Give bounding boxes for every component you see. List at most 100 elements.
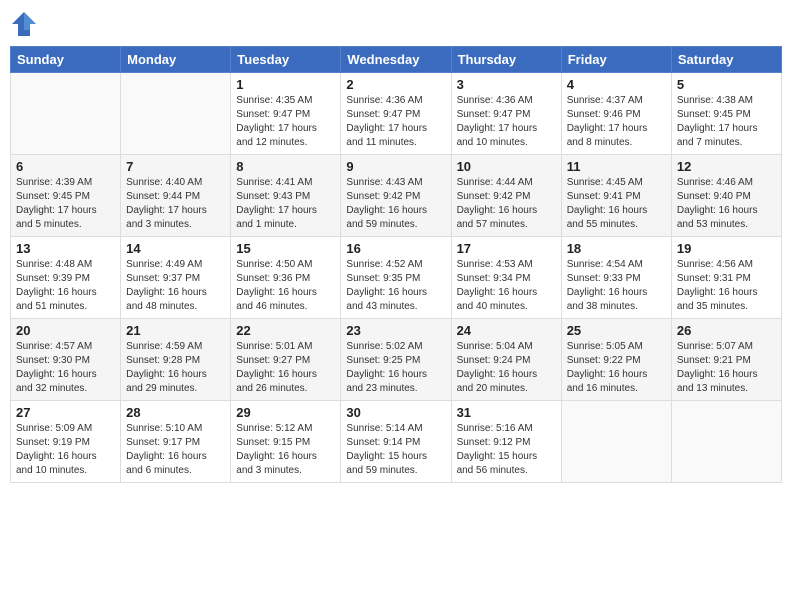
day-info: Sunrise: 5:05 AM Sunset: 9:22 PM Dayligh… [567,340,666,396]
day-info: Sunrise: 4:50 AM Sunset: 9:36 PM Dayligh… [236,258,335,314]
day-cell: 21 Sunrise: 4:59 AM Sunset: 9:28 PM Dayli… [121,319,231,401]
day-number: 12 [677,159,776,174]
day-cell: 22 Sunrise: 5:01 AM Sunset: 9:27 PM Dayli… [231,319,341,401]
day-number: 6 [16,159,115,174]
day-cell [121,73,231,155]
day-number: 27 [16,405,115,420]
week-row-2: 6 Sunrise: 4:39 AM Sunset: 9:45 PM Daylig… [11,155,782,237]
weekday-header-row: SundayMondayTuesdayWednesdayThursdayFrid… [11,47,782,73]
day-number: 13 [16,241,115,256]
day-cell: 30Sunrise: 5:14 AM Sunset: 9:14 PM Dayli… [341,401,451,483]
day-info: Sunrise: 4:57 AM Sunset: 9:30 PM Dayligh… [16,340,115,396]
day-cell: 12Sunrise: 4:46 AM Sunset: 9:40 PM Dayli… [671,155,781,237]
day-info: Sunrise: 5:09 AM Sunset: 9:19 PM Dayligh… [16,422,115,478]
page-header [10,10,782,38]
day-cell: 2Sunrise: 4:36 AM Sunset: 9:47 PM Daylig… [341,73,451,155]
day-number: 17 [457,241,556,256]
day-cell: 28 Sunrise: 5:10 AM Sunset: 9:17 PM Dayli… [121,401,231,483]
day-number: 31 [457,405,556,420]
day-number: 7 [126,159,225,174]
weekday-header-sunday: Sunday [11,47,121,73]
week-row-4: 20 Sunrise: 4:57 AM Sunset: 9:30 PM Dayli… [11,319,782,401]
day-info: Sunrise: 4:48 AM Sunset: 9:39 PM Dayligh… [16,258,115,314]
week-row-5: 27 Sunrise: 5:09 AM Sunset: 9:19 PM Dayli… [11,401,782,483]
day-number: 5 [677,77,776,92]
day-number: 15 [236,241,335,256]
day-cell: 11Sunrise: 4:45 AM Sunset: 9:41 PM Dayli… [561,155,671,237]
day-info: Sunrise: 5:07 AM Sunset: 9:21 PM Dayligh… [677,340,776,396]
day-cell: 1 Sunrise: 4:35 AM Sunset: 9:47 PM Daylig… [231,73,341,155]
day-info: Sunrise: 4:49 AM Sunset: 9:37 PM Dayligh… [126,258,225,314]
day-info: Sunrise: 5:16 AM Sunset: 9:12 PM Dayligh… [457,422,556,478]
week-row-3: 13 Sunrise: 4:48 AM Sunset: 9:39 PM Dayli… [11,237,782,319]
day-info: Sunrise: 4:45 AM Sunset: 9:41 PM Dayligh… [567,176,666,232]
day-cell: 8 Sunrise: 4:41 AM Sunset: 9:43 PM Daylig… [231,155,341,237]
day-cell: 17Sunrise: 4:53 AM Sunset: 9:34 PM Dayli… [451,237,561,319]
weekday-header-thursday: Thursday [451,47,561,73]
day-cell: 27 Sunrise: 5:09 AM Sunset: 9:19 PM Dayli… [11,401,121,483]
day-number: 4 [567,77,666,92]
day-cell: 29 Sunrise: 5:12 AM Sunset: 9:15 PM Dayli… [231,401,341,483]
day-info: Sunrise: 4:35 AM Sunset: 9:47 PM Dayligh… [236,94,335,150]
day-number: 21 [126,323,225,338]
day-cell: 10 Sunrise: 4:44 AM Sunset: 9:42 PM Dayli… [451,155,561,237]
day-cell: 20 Sunrise: 4:57 AM Sunset: 9:30 PM Dayli… [11,319,121,401]
day-number: 1 [236,77,335,92]
day-number: 28 [126,405,225,420]
day-number: 10 [457,159,556,174]
day-info: Sunrise: 4:37 AM Sunset: 9:46 PM Dayligh… [567,94,666,150]
day-cell: 7 Sunrise: 4:40 AM Sunset: 9:44 PM Daylig… [121,155,231,237]
weekday-header-monday: Monday [121,47,231,73]
day-cell [561,401,671,483]
day-cell: 18Sunrise: 4:54 AM Sunset: 9:33 PM Dayli… [561,237,671,319]
day-number: 22 [236,323,335,338]
week-row-1: 1 Sunrise: 4:35 AM Sunset: 9:47 PM Daylig… [11,73,782,155]
weekday-header-tuesday: Tuesday [231,47,341,73]
day-info: Sunrise: 5:04 AM Sunset: 9:24 PM Dayligh… [457,340,556,396]
day-info: Sunrise: 4:38 AM Sunset: 9:45 PM Dayligh… [677,94,776,150]
day-number: 8 [236,159,335,174]
logo-icon [10,10,38,38]
day-info: Sunrise: 4:43 AM Sunset: 9:42 PM Dayligh… [346,176,445,232]
day-info: Sunrise: 4:59 AM Sunset: 9:28 PM Dayligh… [126,340,225,396]
day-number: 19 [677,241,776,256]
day-cell: 3 Sunrise: 4:36 AM Sunset: 9:47 PM Daylig… [451,73,561,155]
day-info: Sunrise: 4:56 AM Sunset: 9:31 PM Dayligh… [677,258,776,314]
day-cell: 6 Sunrise: 4:39 AM Sunset: 9:45 PM Daylig… [11,155,121,237]
day-number: 2 [346,77,445,92]
day-number: 16 [346,241,445,256]
day-cell: 25 Sunrise: 5:05 AM Sunset: 9:22 PM Dayli… [561,319,671,401]
day-cell: 19 Sunrise: 4:56 AM Sunset: 9:31 PM Dayli… [671,237,781,319]
day-info: Sunrise: 5:12 AM Sunset: 9:15 PM Dayligh… [236,422,335,478]
day-number: 24 [457,323,556,338]
day-cell: 5 Sunrise: 4:38 AM Sunset: 9:45 PM Daylig… [671,73,781,155]
weekday-header-saturday: Saturday [671,47,781,73]
day-number: 30 [346,405,445,420]
day-number: 29 [236,405,335,420]
logo [10,10,42,38]
day-cell [671,401,781,483]
day-info: Sunrise: 4:52 AM Sunset: 9:35 PM Dayligh… [346,258,445,314]
day-number: 26 [677,323,776,338]
weekday-header-wednesday: Wednesday [341,47,451,73]
day-info: Sunrise: 4:41 AM Sunset: 9:43 PM Dayligh… [236,176,335,232]
day-number: 14 [126,241,225,256]
day-info: Sunrise: 5:01 AM Sunset: 9:27 PM Dayligh… [236,340,335,396]
day-number: 20 [16,323,115,338]
day-info: Sunrise: 4:36 AM Sunset: 9:47 PM Dayligh… [457,94,556,150]
day-cell: 14 Sunrise: 4:49 AM Sunset: 9:37 PM Dayli… [121,237,231,319]
day-cell: 4 Sunrise: 4:37 AM Sunset: 9:46 PM Daylig… [561,73,671,155]
day-info: Sunrise: 5:10 AM Sunset: 9:17 PM Dayligh… [126,422,225,478]
day-info: Sunrise: 5:02 AM Sunset: 9:25 PM Dayligh… [346,340,445,396]
weekday-header-friday: Friday [561,47,671,73]
day-number: 25 [567,323,666,338]
day-info: Sunrise: 4:39 AM Sunset: 9:45 PM Dayligh… [16,176,115,232]
day-info: Sunrise: 4:44 AM Sunset: 9:42 PM Dayligh… [457,176,556,232]
day-cell [11,73,121,155]
day-info: Sunrise: 4:40 AM Sunset: 9:44 PM Dayligh… [126,176,225,232]
day-number: 3 [457,77,556,92]
day-cell: 15 Sunrise: 4:50 AM Sunset: 9:36 PM Dayli… [231,237,341,319]
day-number: 9 [346,159,445,174]
day-cell: 24 Sunrise: 5:04 AM Sunset: 9:24 PM Dayli… [451,319,561,401]
day-cell: 23Sunrise: 5:02 AM Sunset: 9:25 PM Dayli… [341,319,451,401]
